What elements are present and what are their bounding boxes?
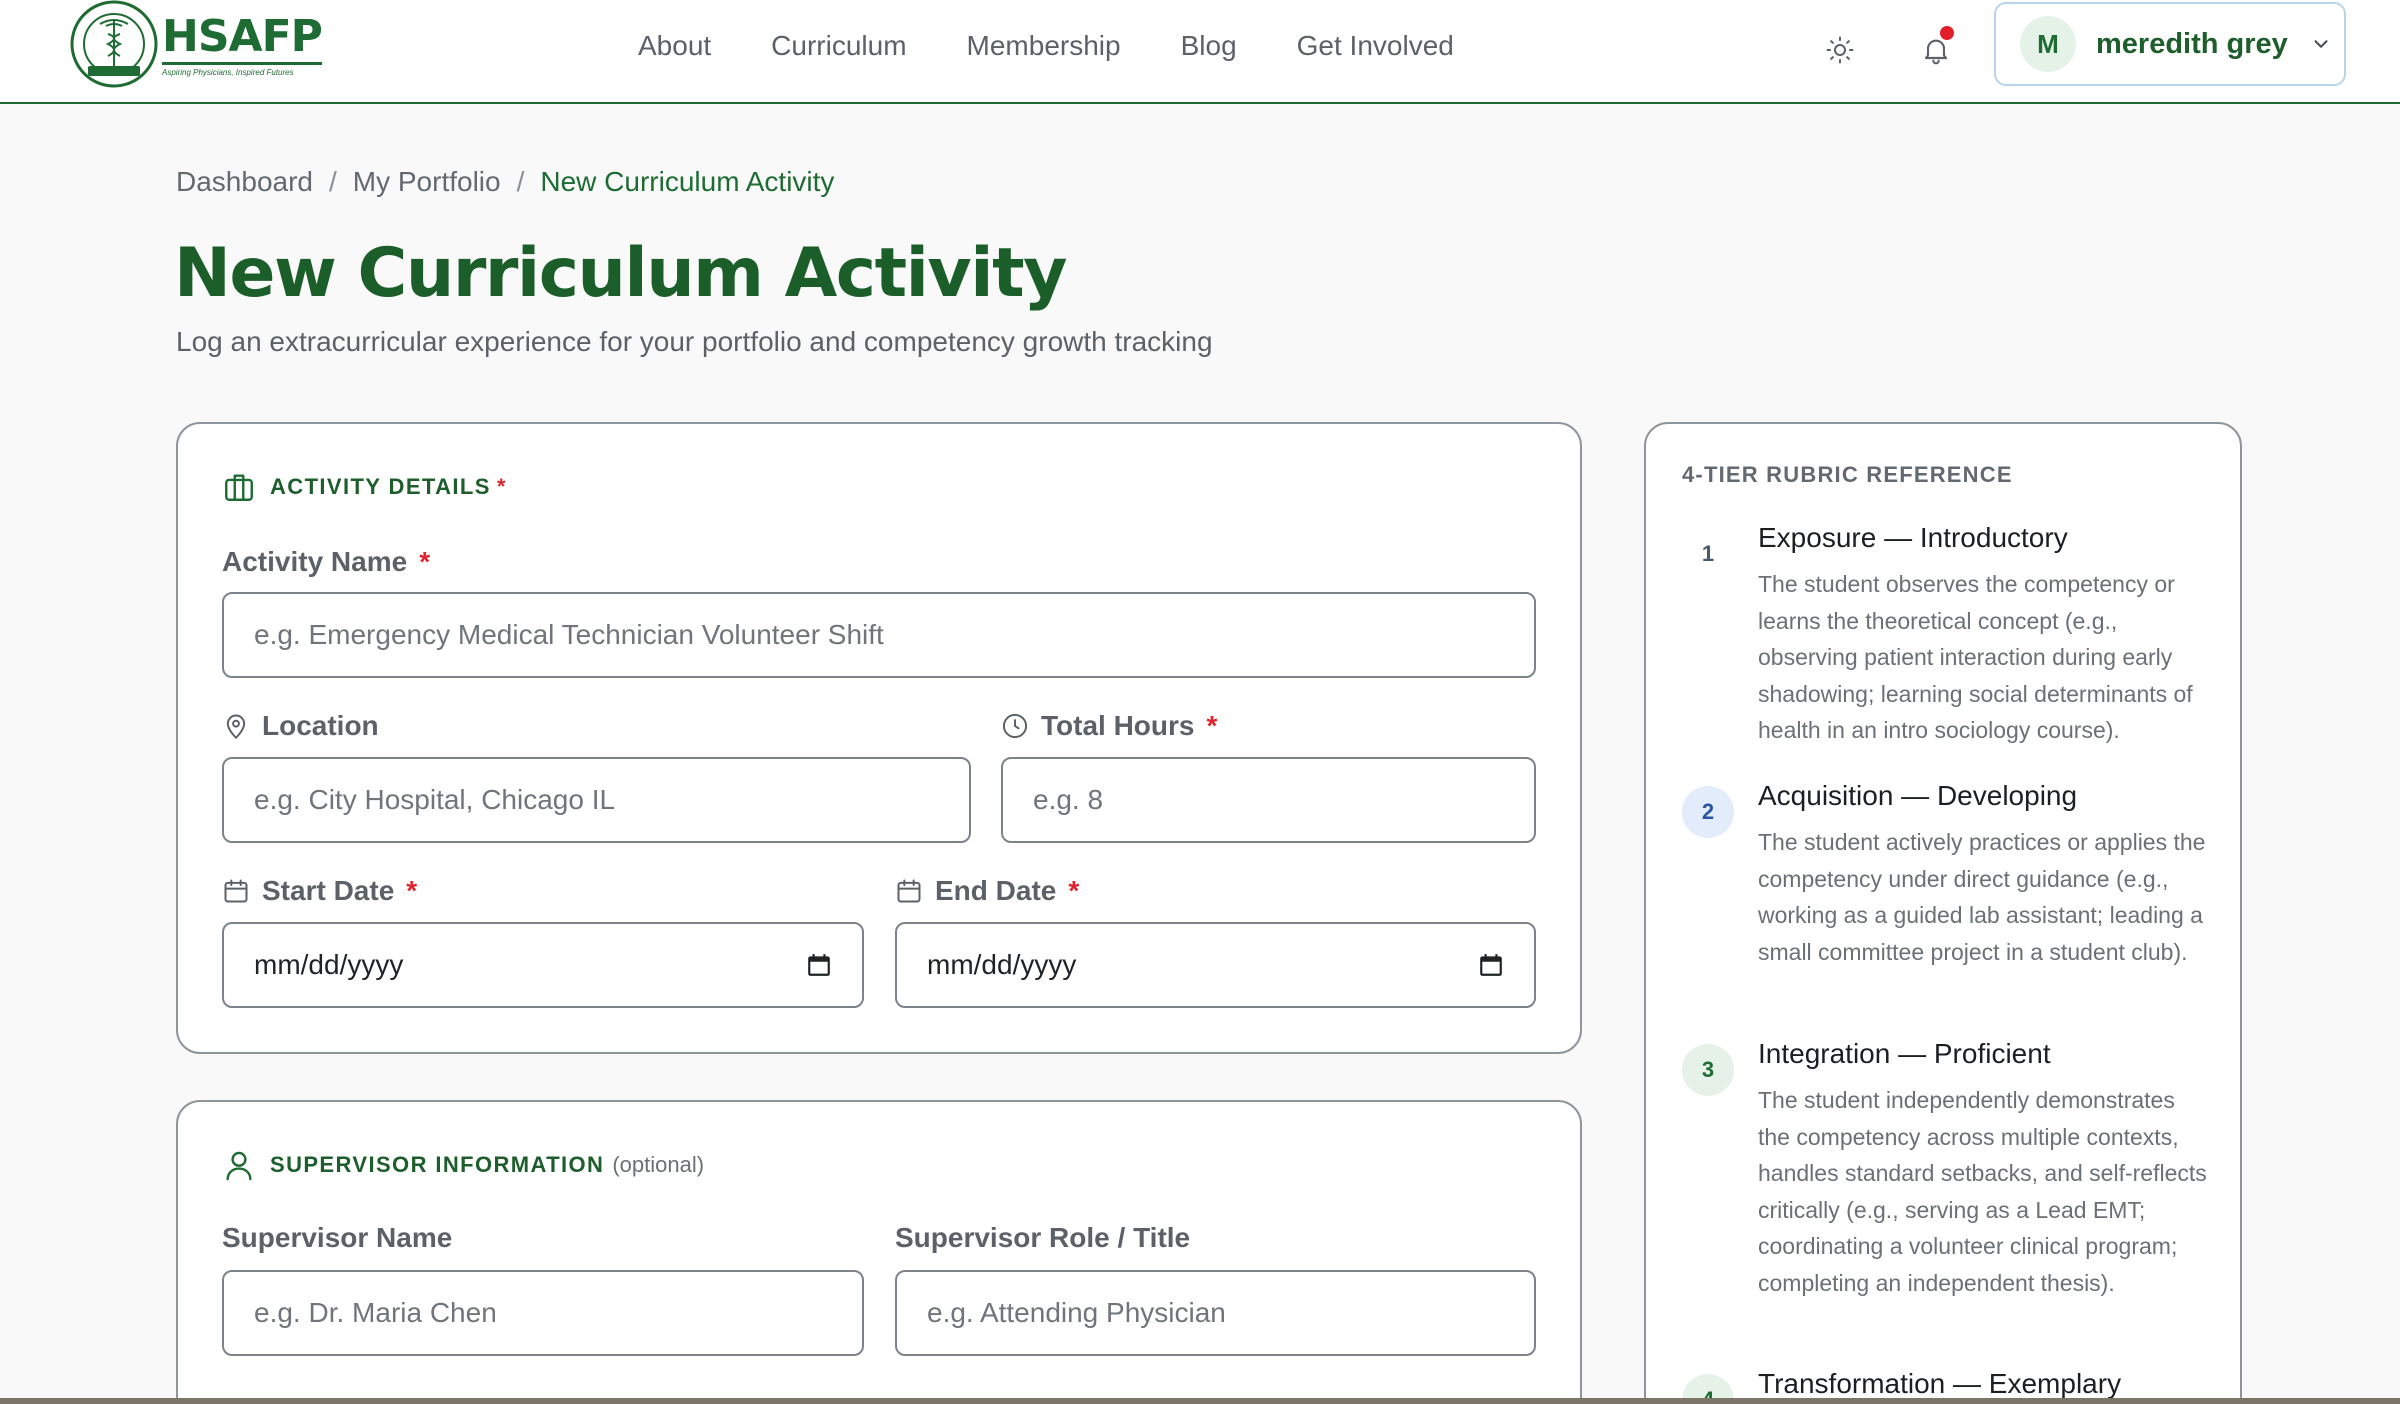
supervisor-name-label-text: Supervisor Name [222, 1222, 453, 1253]
calendar-picker-icon[interactable] [1478, 952, 1504, 978]
tier-name: Exposure — Introductory [1758, 522, 2068, 553]
activity-name-input[interactable]: e.g. Emergency Medical Technician Volunt… [222, 592, 1536, 678]
user-icon [226, 1151, 252, 1181]
start-date-input[interactable]: mm/dd/yyyy [222, 922, 864, 1008]
supervisor-name-label: Supervisor Name [222, 1222, 452, 1254]
chevron-down-icon [2314, 40, 2328, 48]
total-hours-label-text: Total Hours [1041, 710, 1195, 741]
optional-note: (optional) [612, 1152, 705, 1177]
tier-name: Acquisition — Developing [1758, 780, 2078, 811]
required-marker: * [1068, 875, 1080, 906]
tier-description: The student independently demonstrates t… [1758, 1087, 2207, 1296]
activity-name-label-text: Activity Name [222, 546, 408, 577]
notifications-button[interactable] [1908, 22, 1964, 78]
start-date-value: mm/dd/yyyy [254, 949, 404, 980]
sun-icon [1826, 36, 1854, 64]
activity-details-heading: ACTIVITY DETAILS * [222, 470, 505, 504]
notification-badge [1940, 26, 1954, 40]
brand-name: HSAFP [162, 14, 323, 65]
hsafp-logo[interactable]: HSAFP Aspiring Physicians, Inspired Futu… [70, 0, 323, 88]
map-pin-icon [226, 714, 246, 740]
supervisor-name-placeholder: e.g. Dr. Maria Chen [254, 1297, 497, 1328]
breadcrumb-my-portfolio[interactable]: My Portfolio [353, 166, 501, 198]
nav-curriculum[interactable]: Curriculum [771, 26, 906, 66]
brand-tagline: Aspiring Physicians, Inspired Futures [162, 68, 294, 77]
tier-name: Integration — Proficient [1758, 1038, 2051, 1069]
rubric-title: 4-TIER RUBRIC REFERENCE [1682, 462, 2013, 487]
activity-details-title: ACTIVITY DETAILS [270, 474, 491, 499]
breadcrumb: Dashboard / My Portfolio / New Curriculu… [176, 166, 834, 198]
calendar-picker-icon[interactable] [806, 952, 832, 978]
location-label: Location [222, 710, 379, 742]
nav-membership[interactable]: Membership [967, 26, 1121, 66]
end-date-value: mm/dd/yyyy [927, 949, 1077, 980]
breadcrumb-dashboard[interactable]: Dashboard [176, 166, 313, 198]
tier-number: 2 [1682, 786, 1734, 838]
start-date-label-text: Start Date [262, 875, 395, 906]
supervisor-role-label-text: Supervisor Role / Title [895, 1222, 1191, 1253]
location-input[interactable]: e.g. City Hospital, Chicago IL [222, 757, 971, 843]
required-marker: * [1206, 710, 1218, 741]
total-hours-input[interactable]: e.g. 8 [1001, 757, 1536, 843]
window-bottom-edge [0, 1398, 2400, 1404]
location-label-text: Location [262, 710, 379, 741]
calendar-icon [897, 879, 921, 903]
supervisor-info-title: SUPERVISOR INFORMATION [270, 1152, 605, 1177]
required-marker: * [496, 474, 506, 499]
main-nav: About Curriculum Membership Blog Get Inv… [638, 26, 1514, 66]
required-marker: * [406, 875, 418, 906]
theme-toggle-button[interactable] [1812, 22, 1868, 78]
page-title: New Curriculum Activity [174, 234, 1067, 313]
breadcrumb-current: New Curriculum Activity [540, 166, 835, 197]
caduceus-emblem-icon [70, 0, 158, 88]
activity-name-placeholder: e.g. Emergency Medical Technician Volunt… [254, 619, 884, 650]
supervisor-name-input[interactable]: e.g. Dr. Maria Chen [222, 1270, 864, 1356]
supervisor-info-heading: SUPERVISOR INFORMATION (optional) [222, 1148, 704, 1182]
total-hours-placeholder: e.g. 8 [1033, 784, 1104, 815]
nav-about[interactable]: About [638, 26, 711, 66]
end-date-label: End Date * [895, 875, 1079, 907]
end-date-label-text: End Date [935, 875, 1057, 906]
supervisor-role-input[interactable]: e.g. Attending Physician [895, 1270, 1536, 1356]
supervisor-role-placeholder: e.g. Attending Physician [927, 1297, 1226, 1328]
activity-name-label: Activity Name * [222, 546, 430, 578]
calendar-icon [224, 879, 248, 903]
page-subtitle: Log an extracurricular experience for yo… [176, 326, 1213, 357]
breadcrumb-separator: / [328, 166, 337, 197]
tier-description: The student actively practices or applie… [1758, 829, 2206, 965]
total-hours-label: Total Hours * [1001, 710, 1217, 742]
location-placeholder: e.g. City Hospital, Chicago IL [254, 784, 616, 815]
avatar: M [2020, 16, 2076, 72]
tier-number: 1 [1682, 528, 1734, 580]
tier-description: The student observes the competency or l… [1758, 571, 2193, 744]
start-date-label: Start Date * [222, 875, 417, 907]
supervisor-role-label: Supervisor Role / Title [895, 1222, 1190, 1254]
end-date-input[interactable]: mm/dd/yyyy [895, 922, 1536, 1008]
user-menu-button[interactable]: M meredith grey [1994, 2, 2346, 86]
required-marker: * [419, 546, 431, 577]
tier-name: Transformation — Exemplary [1758, 1368, 2122, 1399]
tier-number: 3 [1682, 1044, 1734, 1096]
breadcrumb-separator: / [516, 166, 525, 197]
top-navbar: HSAFP Aspiring Physicians, Inspired Futu… [0, 0, 2400, 104]
nav-blog[interactable]: Blog [1181, 26, 1237, 66]
user-name: meredith grey [2096, 27, 2288, 60]
nav-get-involved[interactable]: Get Involved [1297, 26, 1454, 66]
briefcase-icon [225, 474, 253, 501]
clock-icon [1002, 713, 1028, 739]
